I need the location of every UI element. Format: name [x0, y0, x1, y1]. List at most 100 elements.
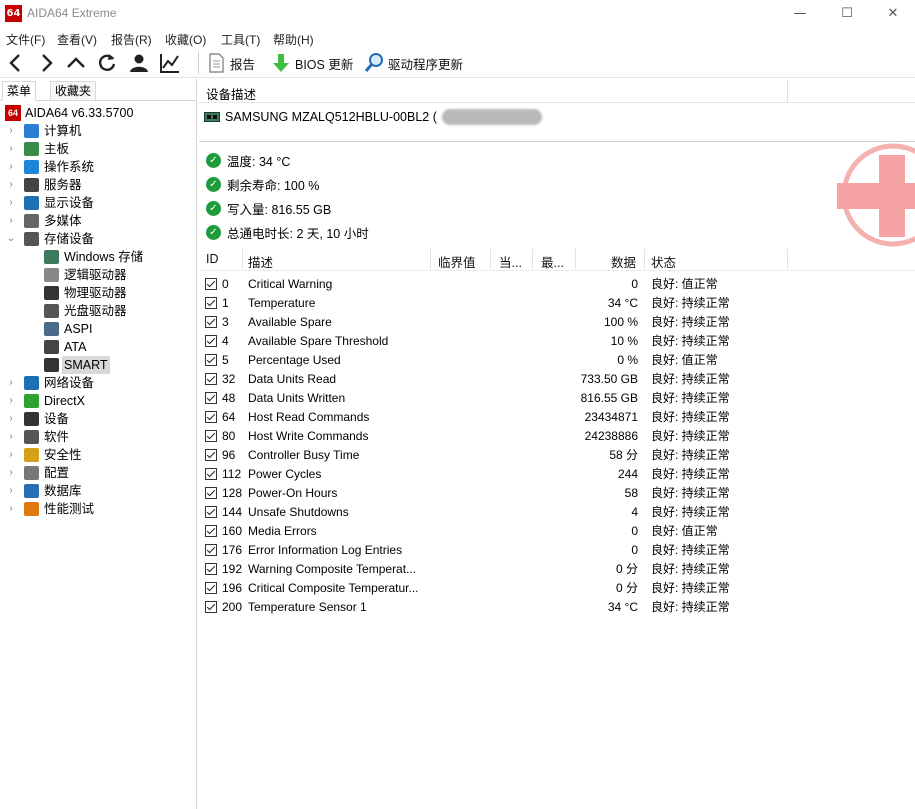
menu-help[interactable]: 帮助(H) [273, 31, 314, 48]
chevron-right-icon[interactable]: › [6, 194, 16, 212]
col-current[interactable]: 当... [499, 252, 522, 271]
chevron-right-icon[interactable]: › [6, 500, 16, 518]
table-row[interactable]: 80 Host Write Commands 24238886 良好: 持续正常 [199, 427, 915, 446]
table-row[interactable]: 0 Critical Warning 0 良好: 值正常 [199, 275, 915, 294]
tree-item[interactable]: 光盘驱动器 [0, 302, 197, 320]
col-id[interactable]: ID [206, 252, 219, 266]
row-checkbox[interactable] [205, 335, 217, 347]
chevron-right-icon[interactable]: › [6, 392, 16, 410]
row-checkbox[interactable] [205, 544, 217, 556]
table-row[interactable]: 5 Percentage Used 0 % 良好: 值正常 [199, 351, 915, 370]
chevron-right-icon[interactable]: › [6, 482, 16, 500]
col-worst[interactable]: 最... [541, 252, 564, 271]
tree-item[interactable]: › 设备 [0, 410, 197, 428]
row-checkbox[interactable] [205, 563, 217, 575]
device-row[interactable]: SAMSUNG MZALQ512HBLU-00BL2 ( [204, 107, 542, 127]
chevron-right-icon[interactable]: › [6, 212, 16, 230]
menu-report[interactable]: 报告(R) [111, 31, 152, 48]
col-status[interactable]: 状态 [651, 252, 676, 271]
row-checkbox[interactable] [205, 411, 217, 423]
refresh-icon[interactable] [95, 51, 119, 75]
table-row[interactable]: 1 Temperature 34 °C 良好: 持续正常 [199, 294, 915, 313]
tree-item[interactable]: › 安全性 [0, 446, 197, 464]
tree-item[interactable]: SMART [0, 356, 197, 374]
col-desc[interactable]: 描述 [248, 252, 273, 271]
row-checkbox[interactable] [205, 392, 217, 404]
chevron-right-icon[interactable]: › [6, 428, 16, 446]
tree-item[interactable]: 逻辑驱动器 [0, 266, 197, 284]
row-checkbox[interactable] [205, 316, 217, 328]
table-row[interactable]: 4 Available Spare Threshold 10 % 良好: 持续正常 [199, 332, 915, 351]
user-icon[interactable] [127, 51, 151, 75]
row-checkbox[interactable] [205, 582, 217, 594]
forward-icon[interactable] [34, 51, 58, 75]
tree-item[interactable]: ATA [0, 338, 197, 356]
chevron-right-icon[interactable]: › [6, 446, 16, 464]
tree-item[interactable]: › 服务器 [0, 176, 197, 194]
tree-item[interactable]: › 显示设备 [0, 194, 197, 212]
table-row[interactable]: 196 Critical Composite Temperatur... 0 分良好… [199, 579, 915, 598]
col-threshold[interactable]: 临界值 [438, 252, 476, 271]
back-icon[interactable] [4, 51, 28, 75]
tree-item[interactable]: ASPI [0, 320, 197, 338]
minimize-button[interactable]: — [777, 0, 823, 28]
table-row[interactable]: 128 Power-On Hours 58 良好: 持续正常 [199, 484, 915, 503]
menu-file[interactable]: 文件(F) [6, 31, 45, 48]
row-checkbox[interactable] [205, 297, 217, 309]
menu-tools[interactable]: 工具(T) [221, 31, 260, 48]
report-button[interactable]: 报告 [205, 51, 255, 75]
table-row[interactable]: 160 Media Errors 0 良好: 值正常 [199, 522, 915, 541]
table-row[interactable]: 64 Host Read Commands 23434871 良好: 持续正常 [199, 408, 915, 427]
bios-update-button[interactable]: BIOS 更新 [270, 51, 353, 75]
row-checkbox[interactable] [205, 449, 217, 461]
table-row[interactable]: 176 Error Information Log Entries 0 良好: 持续正… [199, 541, 915, 560]
tree-item[interactable]: › 性能测试 [0, 500, 197, 518]
driver-update-button[interactable]: 驱动程序更新 [363, 51, 463, 75]
row-checkbox[interactable] [205, 601, 217, 613]
row-checkbox[interactable] [205, 468, 217, 480]
maximize-button[interactable]: ☐ [824, 0, 870, 28]
col-data[interactable]: 数据 [611, 252, 636, 271]
tree-item[interactable]: › 主板 [0, 140, 197, 158]
tab-menu[interactable]: 菜单 [2, 81, 37, 101]
table-row[interactable]: 144 Unsafe Shutdowns 4 良好: 持续正常 [199, 503, 915, 522]
table-row[interactable]: 3 Available Spare 100 % 良好: 持续正常 [199, 313, 915, 332]
table-row[interactable]: 32 Data Units Read 733.50 GB 良好: 持续正常 [199, 370, 915, 389]
chevron-right-icon[interactable]: › [6, 140, 16, 158]
menu-view[interactable]: 查看(V) [57, 31, 97, 48]
chevron-right-icon[interactable]: › [6, 464, 16, 482]
table-row[interactable]: 200 Temperature Sensor 1 34 °C 良好: 持续正常 [199, 598, 915, 617]
chevron-right-icon[interactable]: › [6, 122, 16, 140]
table-row[interactable]: 96 Controller Busy Time 58 分良好: 持续正常 [199, 446, 915, 465]
tree-item[interactable]: › 配置 [0, 464, 197, 482]
chevron-right-icon[interactable]: › [6, 158, 16, 176]
tree-item[interactable]: › 数据库 [0, 482, 197, 500]
tree-item[interactable]: › 多媒体 [0, 212, 197, 230]
up-icon[interactable] [64, 51, 88, 75]
chevron-right-icon[interactable]: › [6, 374, 16, 392]
table-row[interactable]: 192 Warning Composite Temperat... 0 分良好: 持… [199, 560, 915, 579]
tree-item[interactable]: 物理驱动器 [0, 284, 197, 302]
close-button[interactable]: ✕ [870, 0, 915, 28]
chart-icon[interactable] [158, 51, 182, 75]
row-checkbox[interactable] [205, 506, 217, 518]
row-checkbox[interactable] [205, 487, 217, 499]
tree-item[interactable]: › 网络设备 [0, 374, 197, 392]
row-checkbox[interactable] [205, 278, 217, 290]
chevron-right-icon[interactable]: › [6, 176, 16, 194]
tree-item[interactable]: ⌄ 存储设备 [0, 230, 197, 248]
row-checkbox[interactable] [205, 354, 217, 366]
row-checkbox[interactable] [205, 430, 217, 442]
table-row[interactable]: 48 Data Units Written 816.55 GB 良好: 持续正常 [199, 389, 915, 408]
tree-item[interactable]: › 软件 [0, 428, 197, 446]
row-checkbox[interactable] [205, 525, 217, 537]
row-checkbox[interactable] [205, 373, 217, 385]
chevron-right-icon[interactable]: › [6, 410, 16, 428]
menu-favorites[interactable]: 收藏(O) [165, 31, 206, 48]
tree-item[interactable]: › 计算机 [0, 122, 197, 140]
tree-item[interactable]: Windows 存储 [0, 248, 197, 266]
table-row[interactable]: 112 Power Cycles 244 良好: 持续正常 [199, 465, 915, 484]
tree-root[interactable]: 64 AIDA64 v6.33.5700 [0, 104, 197, 122]
tree-item[interactable]: › DirectX [0, 392, 197, 410]
tab-favorites[interactable]: 收藏夹 [50, 81, 97, 101]
